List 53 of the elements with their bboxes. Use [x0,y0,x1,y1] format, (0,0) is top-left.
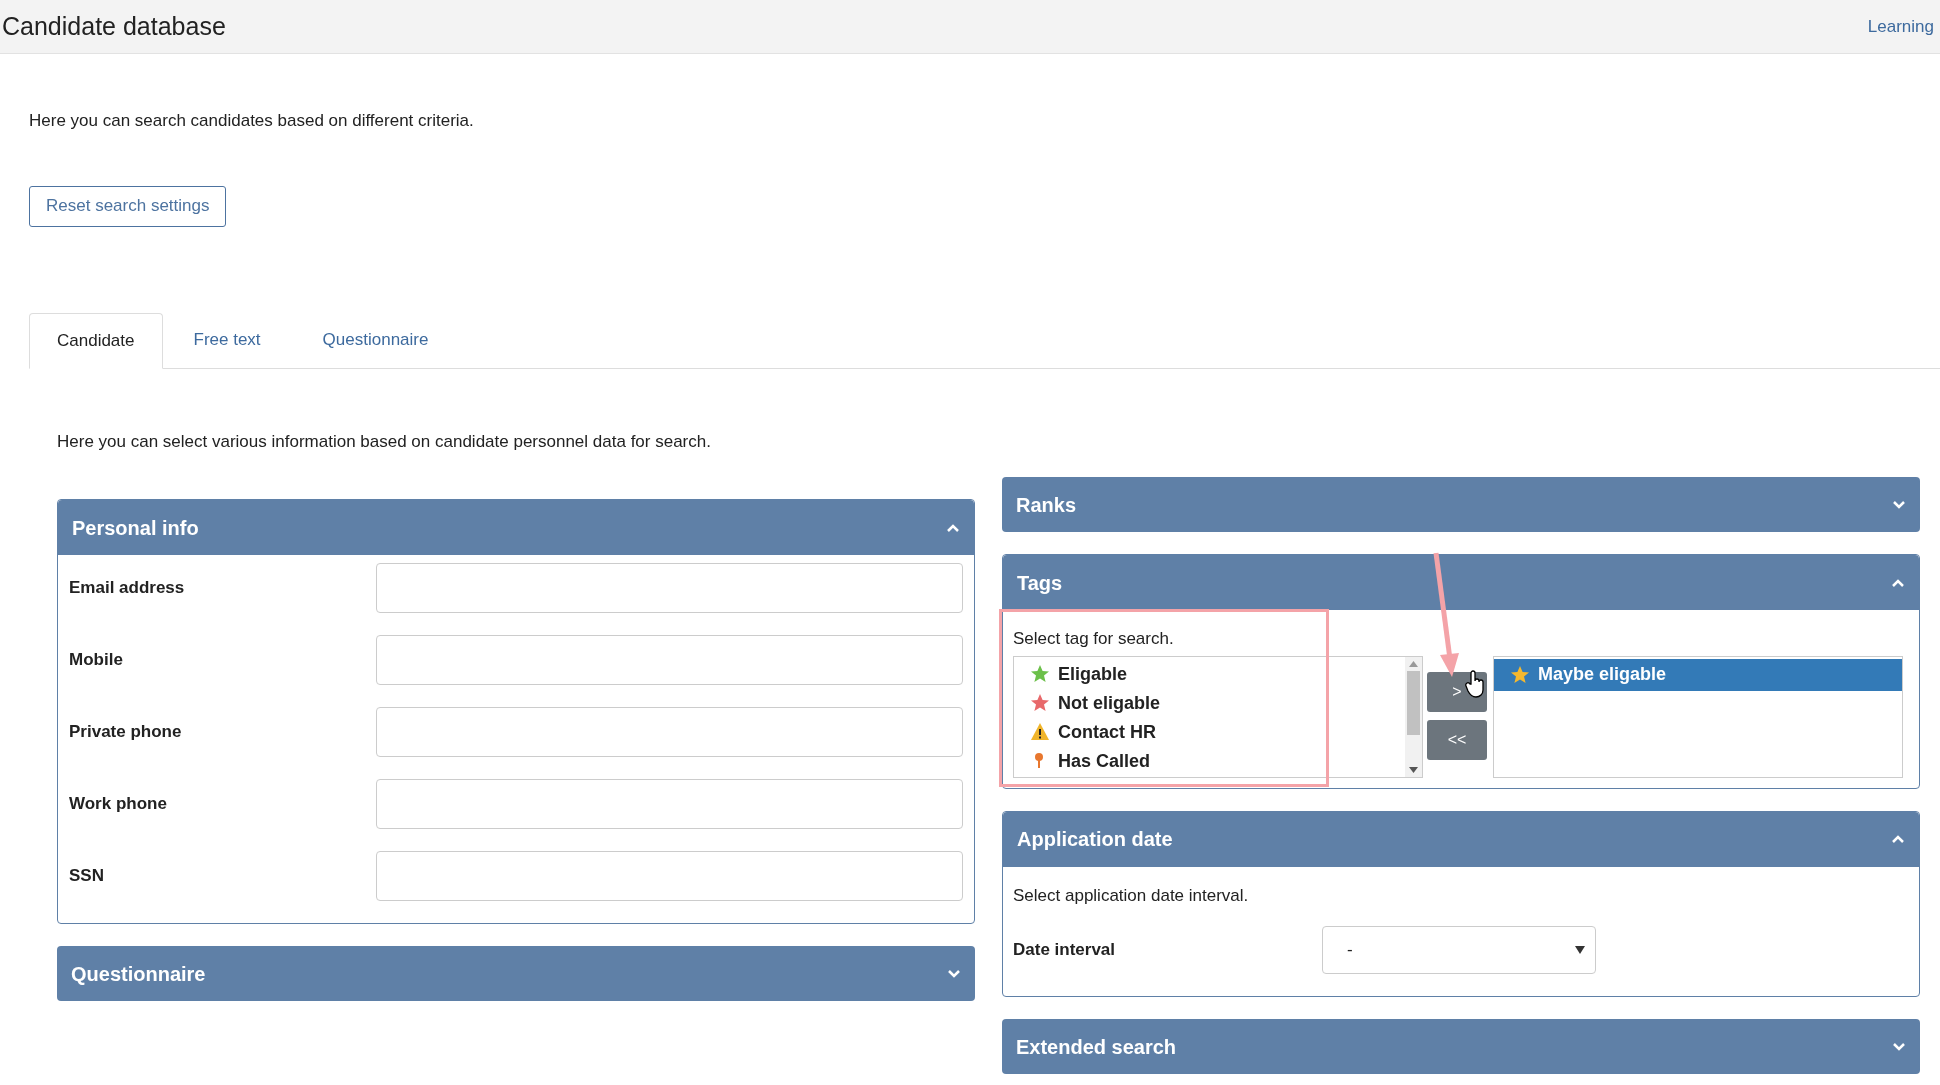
hint-text: Select application date interval. [1013,884,1250,907]
panel-title: Tags [1017,570,1063,596]
chevron-up-icon [1891,577,1905,588]
scroll-up-icon[interactable] [1409,660,1418,667]
field-label: Mobile [69,649,124,672]
dropdown-arrow-icon [1575,946,1585,954]
description-text: Here you can select various information based on candidate personnel data for search. [57,430,712,453]
tab[interactable]: Free text [162,312,292,368]
reset-button[interactable]: Reset search settings [29,185,227,227]
field-label: Date interval [1013,939,1117,962]
remove-button[interactable]: << [1427,719,1487,760]
input-field[interactable] [375,635,963,685]
panel-title: Ranks [1016,492,1077,518]
panel-header[interactable]: Questionnaire [57,946,975,1001]
input-field[interactable] [375,851,963,901]
chevron-up-icon [1891,834,1905,844]
chevron-down-icon [1892,499,1906,510]
field-label: SSN [69,865,105,888]
panel-header[interactable]: Tags [1003,555,1919,610]
hand-cursor-icon [1465,670,1487,698]
panel-header[interactable]: Ranks [1002,477,1920,532]
tag-option[interactable]: Contact HR [1014,717,1405,747]
field-label: Email address [69,577,186,600]
panel-title: Questionnaire [71,961,206,987]
scroll-down-icon[interactable] [1409,766,1418,773]
date-interval-dropdown[interactable]: - [1322,926,1596,974]
field-label: Private phone [69,721,183,744]
panel-header[interactable]: Personal info [58,500,974,555]
intro-text: Here you can search candidates based on different criteria. [29,110,475,132]
tab[interactable]: Questionnaire [291,312,460,368]
chevron-up-icon [946,522,960,533]
tab[interactable]: Candidate [29,312,163,369]
tag-option[interactable]: Maybe eligable [1494,658,1902,691]
learning-link[interactable]: Learning [1867,13,1934,40]
hint-text: Select tag for search. [1013,628,1175,650]
tag-option[interactable]: Eligable [1014,659,1405,689]
chevron-down-icon [947,968,961,979]
tag-option[interactable]: Has Called [1014,746,1405,776]
scrollbar[interactable] [1405,656,1422,777]
input-field[interactable] [375,779,963,829]
panel-header[interactable]: Application date [1003,811,1919,867]
chosen-tags-list[interactable]: Maybe eligable [1493,655,1903,778]
input-field[interactable] [375,707,963,757]
available-tags-list[interactable]: Eligable Not eligable Contact HR Has Called [1013,655,1423,778]
input-field[interactable] [375,563,963,613]
tag-option[interactable]: Not eligable [1014,688,1405,718]
panel-header[interactable]: Extended search [1002,1019,1920,1074]
chevron-down-icon [1892,1041,1906,1052]
panel-title: Application date [1017,827,1173,852]
panel-title: Personal info [72,515,199,541]
panel-title: Extended search [1016,1034,1177,1060]
page-title: Candidate database [2,10,226,42]
field-label: Work phone [69,793,168,816]
